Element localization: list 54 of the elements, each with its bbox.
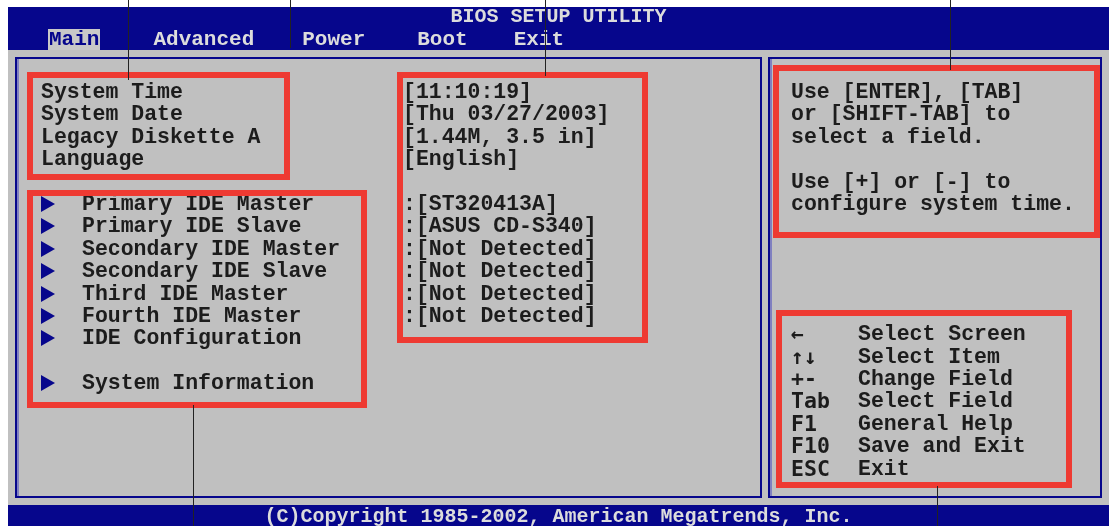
key-label: F1 [791,412,818,436]
setting-value[interactable]: [1.44M, 3.5 in] [403,125,597,149]
device-value: :[Not Detected] [403,305,597,328]
triangle-icon [41,196,55,212]
key-action: Select Screen [858,323,1026,346]
triangle-icon [41,240,55,257]
key-label: ESC [791,457,831,480]
key-label: ← [791,323,805,346]
triangle-icon [41,218,55,235]
triangle-icon [41,330,55,347]
menu-tab[interactable]: Advanced [152,29,256,50]
key-label: Tab [791,390,831,413]
setting-value[interactable]: [11:10:19] [403,81,533,104]
leader-line [290,0,291,48]
help-text: Use [ENTER], [TAB] or [SHIFT-TAB] to select a field. [791,81,1025,149]
menu-tab[interactable]: Power [301,29,367,50]
setting-label[interactable]: System Date [41,103,403,126]
key-action: Select Field [858,390,1013,413]
setting-label[interactable]: Language [41,148,403,171]
device-value: :[ASUS CD-S340] [403,215,597,238]
device-value: :[ST320413A] [403,193,558,216]
submenu-item[interactable]: Third IDE Master [82,282,403,306]
device-value: :[Not Detected] [403,260,597,283]
triangle-icon [41,285,55,302]
triangle-icon [41,375,55,392]
device-value: :[Not Detected] [403,237,597,261]
leader-line [950,0,951,70]
submenu-item[interactable]: Secondary IDE Master [82,237,403,261]
key-action: General Help [858,412,1013,436]
device-value: :[Not Detected] [403,282,597,306]
submenu-item[interactable]: Fourth IDE Master [82,305,403,328]
setting-label[interactable]: System Time [41,81,403,104]
setting-label[interactable]: Legacy Diskette A [41,125,403,149]
setting-value[interactable]: [Thu 03/27/2003] [403,103,610,126]
triangle-icon [41,263,55,280]
window-title: BIOS SETUP UTILITY [450,7,667,27]
submenu-item[interactable]: Primary IDE Slave [82,215,403,238]
key-label: +- [791,367,818,391]
leader-line [937,486,938,526]
copyright-text: (C)Copyright 1985-2002, American Megatrends, Inc. [264,505,853,526]
key-action: Save and Exit [858,435,1026,458]
help-text: Use [+] or [-] to configure system time. [791,170,1076,216]
menu-tab[interactable]: Main [48,29,101,50]
key-action: Select Item [858,345,1000,368]
setting-value[interactable]: [English] [403,148,520,171]
menu-tab[interactable]: Boot [416,29,469,50]
key-action: Exit [858,457,910,480]
submenu-item[interactable]: System Information [82,372,403,395]
triangle-icon [41,308,55,325]
key-label: ↑↓ [791,345,818,368]
key-label: F10 [791,435,831,458]
submenu-item[interactable]: IDE Configuration [82,327,403,350]
submenu-item[interactable]: Secondary IDE Slave [82,260,403,283]
key-action: Change Field [858,367,1013,391]
